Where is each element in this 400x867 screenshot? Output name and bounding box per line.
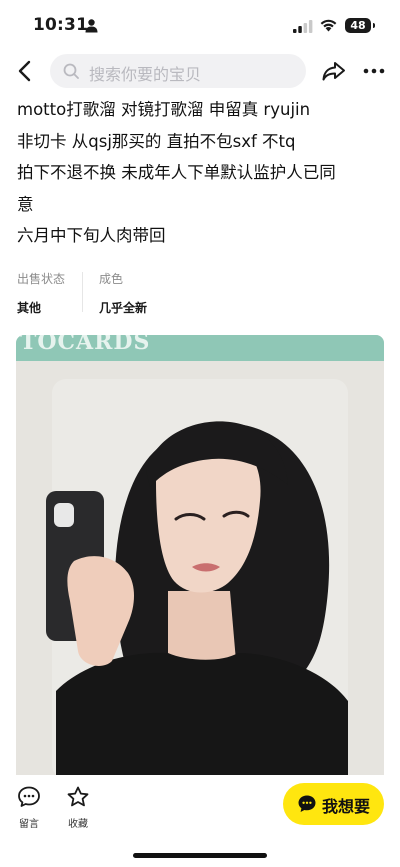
item-description: motto打歌溜 对镜打歌溜 申留真 ryujin 非切卡 从qsj那买的 直拍… (17, 94, 387, 252)
description-line: 意 (17, 194, 34, 214)
share-icon[interactable] (320, 57, 348, 85)
attr-sale-status: 出售状态 其他 (17, 270, 107, 316)
bottom-action-bar: 留言 收藏 我想要 (0, 775, 400, 867)
favorite-button[interactable]: 收藏 (60, 785, 96, 830)
attr-label: 出售状态 (17, 272, 66, 286)
attr-label: 成色 (99, 272, 124, 286)
description-line: 拍下不退不换 未成年人下单默认监护人已同 (17, 163, 336, 182)
person-icon (85, 19, 98, 33)
battery-icon: 48 (345, 18, 371, 33)
comment-button[interactable]: 留言 (11, 785, 47, 830)
want-label: 我想要 (322, 797, 371, 816)
attr-divider (82, 272, 83, 312)
description-line: 六月中下旬人肉带回 (17, 226, 166, 245)
product-photo[interactable]: TOCARDS (16, 335, 384, 775)
photo-banner-text: TOCARDS (20, 335, 151, 355)
status-time: 10:31 (33, 15, 89, 35)
want-button[interactable]: 我想要 (283, 783, 384, 825)
comment-icon (18, 786, 40, 807)
photocard-image (16, 361, 384, 775)
description-line: motto打歌溜 对镜打歌溜 申留真 ryujin (17, 100, 311, 119)
search-icon (63, 63, 79, 79)
chat-icon (298, 795, 316, 812)
back-icon[interactable] (12, 58, 38, 84)
favorite-label: 收藏 (68, 819, 88, 830)
attr-condition: 成色 几乎全新 (99, 270, 189, 316)
attr-value: 几乎全新 (99, 301, 148, 315)
attr-value: 其他 (17, 301, 42, 315)
status-bar: 10:31 48 (0, 0, 400, 52)
description-line: 非切卡 从qsj那买的 直拍不包sxf 不tq (17, 131, 296, 151)
more-icon[interactable] (360, 57, 388, 85)
photo-banner: TOCARDS (16, 335, 384, 361)
search-input[interactable]: 搜索你要的宝贝 (50, 54, 306, 88)
wifi-icon (320, 19, 337, 32)
home-indicator[interactable] (133, 853, 267, 858)
search-placeholder: 搜索你要的宝贝 (89, 65, 202, 84)
star-icon (67, 786, 89, 807)
comment-label: 留言 (19, 819, 39, 830)
nav-bar: 搜索你要的宝贝 (0, 52, 400, 90)
battery-tip (373, 23, 375, 28)
signal-icon (293, 20, 313, 33)
